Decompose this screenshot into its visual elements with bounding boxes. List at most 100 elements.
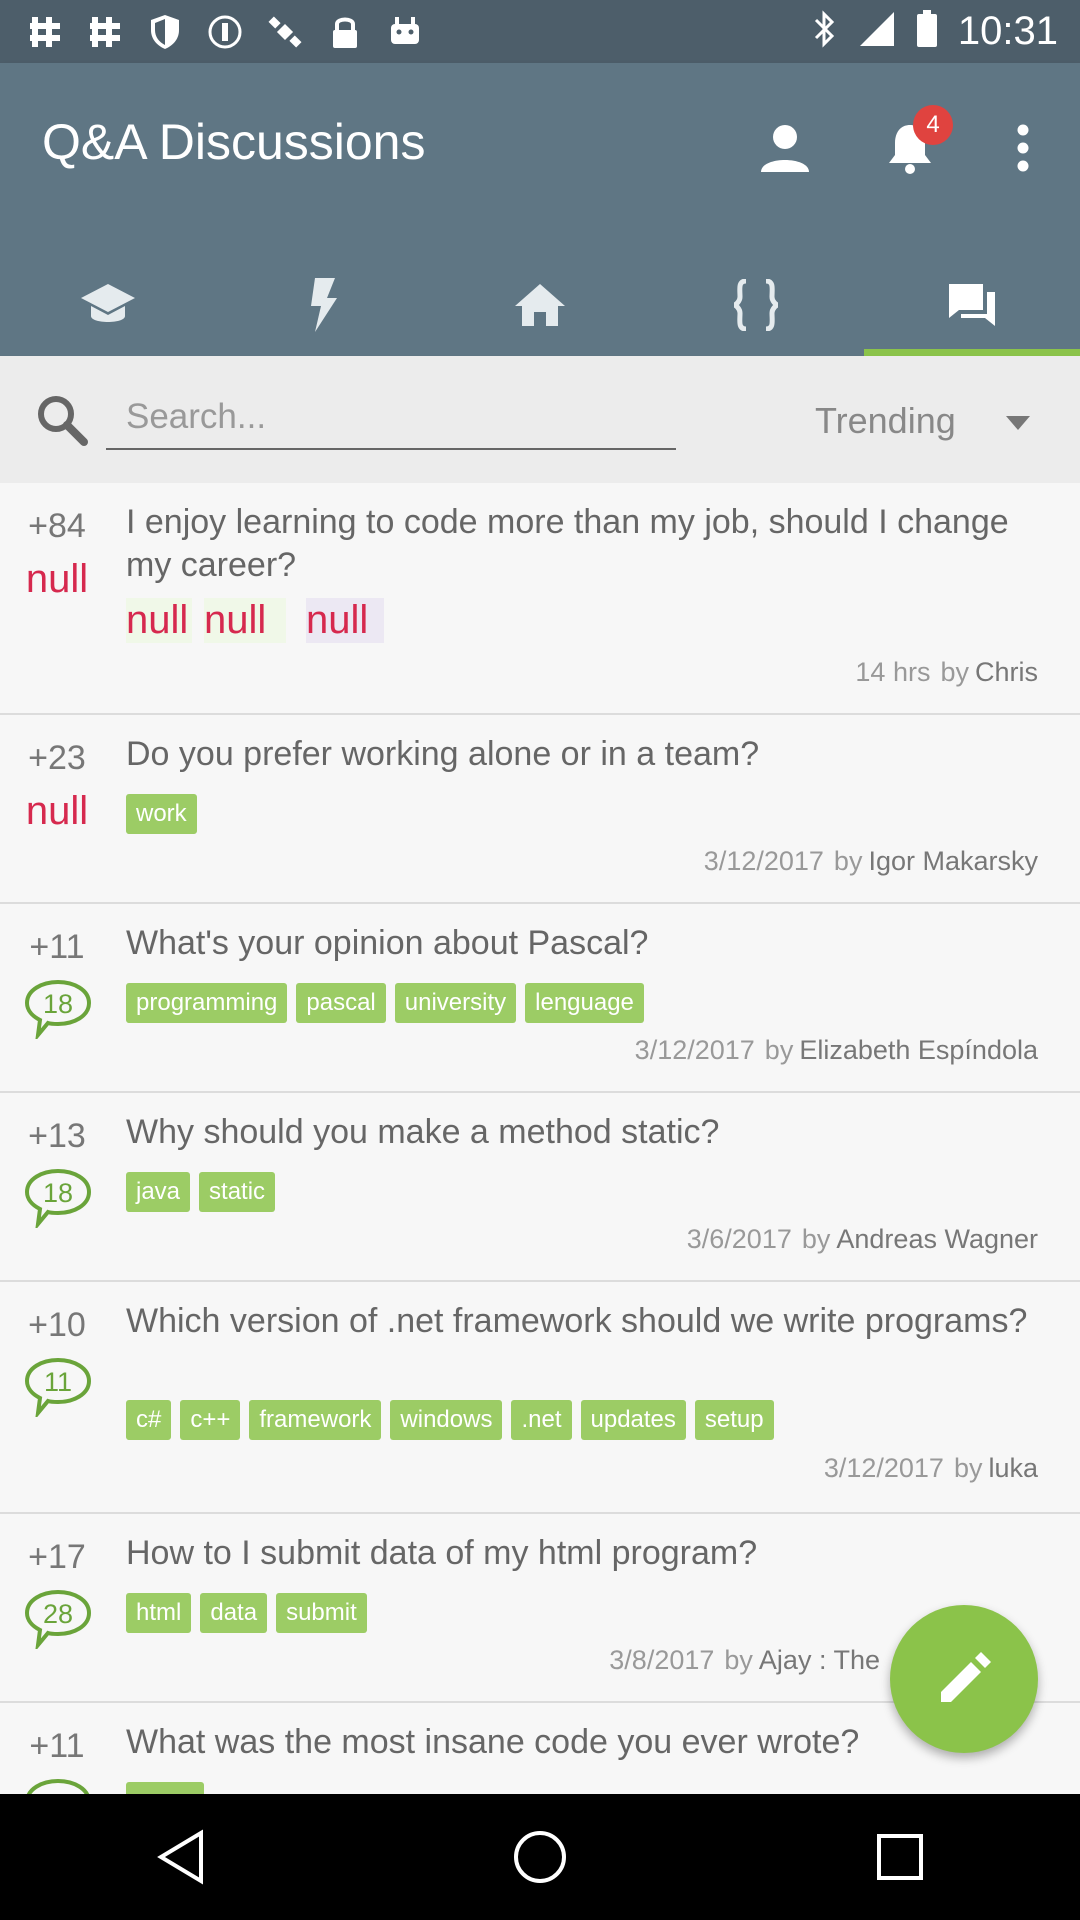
search-bar: Trending bbox=[0, 356, 1080, 483]
post-time: 3/12/2017 bbox=[823, 1453, 944, 1483]
tag[interactable]: html bbox=[126, 1593, 192, 1633]
school-icon bbox=[81, 283, 135, 322]
tag[interactable]: windows bbox=[390, 1400, 503, 1440]
by-label: by bbox=[940, 657, 969, 687]
question-item[interactable]: +10 11 Which version of .net framework s… bbox=[0, 1282, 1080, 1514]
answer-count: null bbox=[25, 789, 89, 833]
search-icon bbox=[36, 394, 88, 451]
vote-count: +10 bbox=[28, 1306, 86, 1344]
home-button[interactable] bbox=[480, 1797, 600, 1917]
tag[interactable]: updates bbox=[580, 1400, 686, 1440]
question-title[interactable]: What's your opinion about Pascal? bbox=[126, 922, 1040, 965]
status-bar: 10:31 bbox=[0, 0, 1080, 63]
tab-home[interactable] bbox=[432, 253, 648, 356]
post-time: 3/8/2017 bbox=[609, 1645, 715, 1675]
tag[interactable]: null bbox=[306, 598, 385, 643]
tag[interactable]: pascal bbox=[296, 983, 386, 1023]
question-item[interactable]: +11 18 What's your opinion about Pascal?… bbox=[0, 904, 1080, 1093]
question-title[interactable]: Why should you make a method static? bbox=[126, 1111, 1040, 1154]
tag[interactable]: .net bbox=[511, 1400, 572, 1440]
question-meta: 3/12/2017 by luka bbox=[824, 1453, 1038, 1484]
page-title: Q&A Discussions bbox=[42, 114, 426, 170]
question-item[interactable]: +84 null I enjoy learning to code more t… bbox=[0, 483, 1080, 715]
vpn-icon bbox=[206, 13, 244, 51]
author-link[interactable]: Elizabeth Espíndola bbox=[799, 1035, 1038, 1065]
author-link[interactable]: Ajay : The bbox=[759, 1645, 880, 1675]
tag[interactable]: static bbox=[199, 1172, 276, 1212]
question-meta: 3/8/2017 by Ajay : The bbox=[609, 1645, 880, 1676]
tag-list: java static bbox=[126, 1172, 276, 1212]
tab-discussions[interactable] bbox=[864, 253, 1080, 356]
recents-button[interactable] bbox=[840, 1797, 960, 1917]
sort-dropdown[interactable]: Trending bbox=[800, 386, 1060, 456]
tag[interactable]: framework bbox=[249, 1400, 382, 1440]
author-link[interactable]: Igor Makarsky bbox=[868, 846, 1038, 876]
recents-icon bbox=[877, 1834, 923, 1880]
tag[interactable]: work bbox=[126, 794, 197, 834]
tag[interactable]: null bbox=[126, 598, 193, 643]
tab-activity[interactable] bbox=[216, 253, 432, 356]
question-title[interactable]: Do you prefer working alone or in a team… bbox=[126, 733, 1040, 776]
tag[interactable]: data bbox=[200, 1593, 268, 1633]
question-meta: 3/12/2017 by Elizabeth Espíndola bbox=[635, 1035, 1038, 1066]
braces-icon bbox=[733, 278, 779, 331]
question-meta: 3/6/2017 by Andreas Wagner bbox=[687, 1224, 1038, 1255]
notifications-button[interactable]: 4 bbox=[865, 103, 955, 193]
question-title[interactable]: I enjoy learning to code more than my jo… bbox=[126, 501, 1040, 587]
author-link[interactable]: Chris bbox=[975, 657, 1038, 687]
tag[interactable]: c# bbox=[126, 1400, 172, 1440]
by-label: by bbox=[724, 1645, 753, 1675]
tag[interactable]: c++ bbox=[180, 1400, 241, 1440]
post-time: 3/12/2017 bbox=[703, 846, 824, 876]
tab-code[interactable] bbox=[648, 253, 864, 356]
app-bar: Q&A Discussions 4 bbox=[0, 63, 1080, 356]
tag[interactable] bbox=[126, 1782, 204, 1794]
tab-courses[interactable] bbox=[0, 253, 216, 356]
author-link[interactable]: luka bbox=[988, 1453, 1038, 1483]
profile-button[interactable] bbox=[740, 103, 830, 193]
flash-icon bbox=[311, 277, 337, 332]
tag-list bbox=[126, 1782, 204, 1794]
tag-list: work bbox=[126, 794, 197, 834]
edit-icon bbox=[941, 1652, 991, 1702]
question-list[interactable]: +84 null I enjoy learning to code more t… bbox=[0, 483, 1080, 1794]
answers-bubble bbox=[24, 1778, 92, 1794]
slack-icon bbox=[26, 13, 64, 51]
question-item[interactable]: +13 18 Why should you make a method stat… bbox=[0, 1093, 1080, 1282]
answer-count: 11 bbox=[43, 1367, 73, 1397]
battery-icon bbox=[916, 9, 938, 53]
tag[interactable]: university bbox=[394, 983, 517, 1023]
tag[interactable]: java bbox=[126, 1172, 191, 1212]
tag[interactable]: submit bbox=[276, 1593, 367, 1633]
author-link[interactable]: Andreas Wagner bbox=[836, 1224, 1038, 1254]
forum-icon bbox=[949, 283, 995, 326]
status-notification-icons bbox=[26, 10, 424, 54]
home-icon bbox=[515, 283, 565, 326]
answer-count: 18 bbox=[42, 989, 74, 1019]
post-time: 3/6/2017 bbox=[686, 1224, 792, 1254]
compose-button[interactable] bbox=[890, 1605, 1038, 1753]
more-options-button[interactable] bbox=[978, 103, 1068, 193]
question-title[interactable]: Which version of .net framework should w… bbox=[126, 1300, 1040, 1343]
tag[interactable]: lenguage bbox=[525, 983, 644, 1023]
status-system-icons: 10:31 bbox=[812, 8, 1058, 54]
back-button[interactable] bbox=[120, 1797, 240, 1917]
question-title[interactable]: What was the most insane code you ever w… bbox=[126, 1721, 1040, 1764]
slack-icon bbox=[86, 13, 124, 51]
satellite-icon bbox=[266, 13, 304, 51]
by-label: by bbox=[764, 1035, 794, 1065]
vote-count: +11 bbox=[29, 928, 85, 966]
by-label: by bbox=[953, 1453, 983, 1483]
system-nav-bar bbox=[0, 1794, 1080, 1920]
tag[interactable]: programming bbox=[126, 983, 288, 1023]
question-title[interactable]: How to I submit data of my html program? bbox=[126, 1532, 1040, 1575]
answers-bubble: 28 bbox=[24, 1589, 92, 1649]
vote-count: +17 bbox=[28, 1538, 86, 1576]
tag[interactable]: setup bbox=[694, 1400, 774, 1440]
android-icon bbox=[386, 13, 424, 51]
vote-count: +23 bbox=[28, 739, 86, 777]
question-item[interactable]: +23 null Do you prefer working alone or … bbox=[0, 715, 1080, 904]
tag[interactable]: null bbox=[204, 598, 287, 643]
question-meta: 14 hrs by Chris bbox=[855, 657, 1038, 688]
search-input[interactable] bbox=[106, 386, 676, 450]
